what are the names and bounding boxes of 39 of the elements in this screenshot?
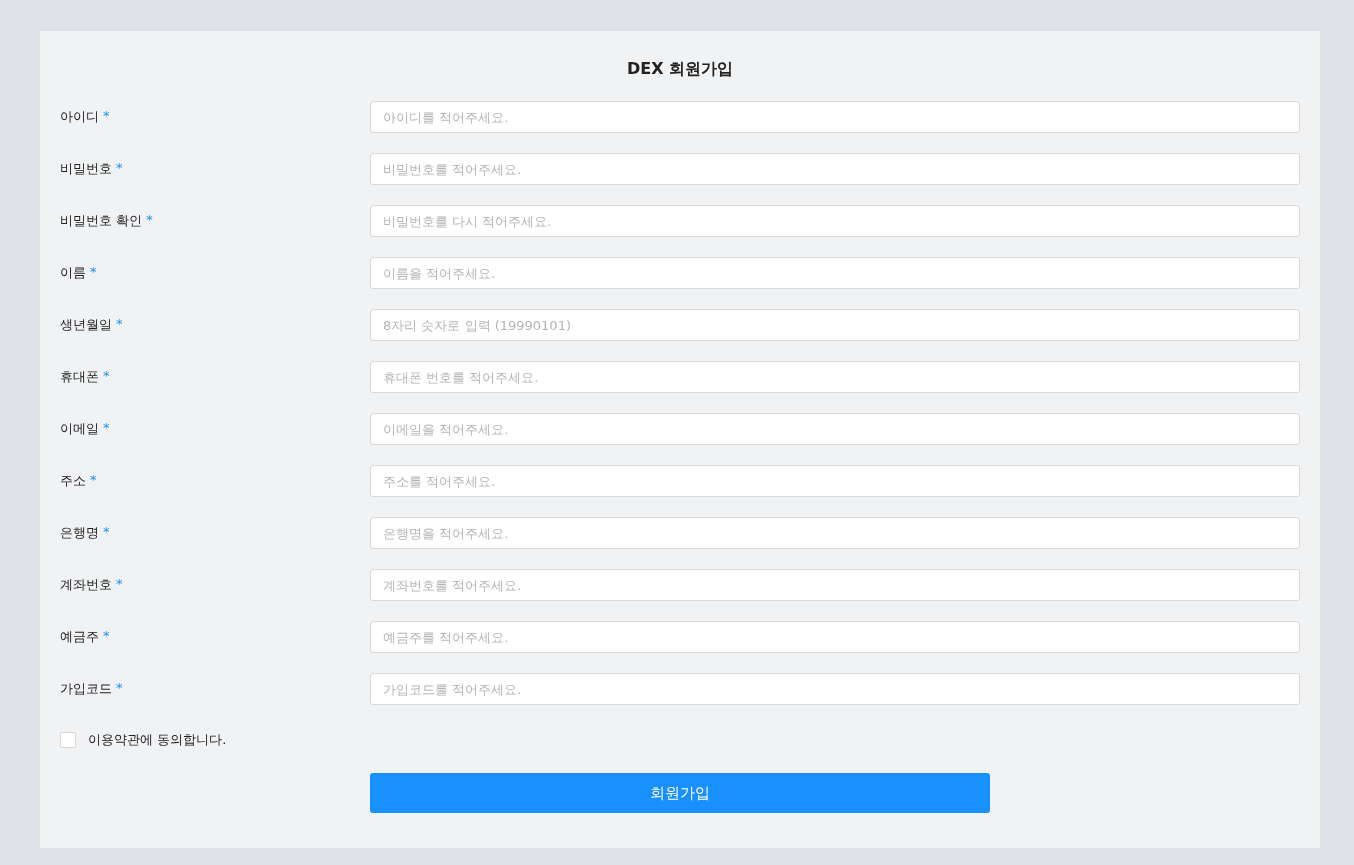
- required-asterisk: *: [116, 576, 123, 593]
- required-asterisk: *: [116, 316, 123, 333]
- field-label: 아이디: [60, 108, 99, 126]
- required-asterisk: *: [103, 420, 110, 437]
- input-field[interactable]: 아이디를 적어주세요.: [370, 101, 1300, 133]
- input-field[interactable]: 계좌번호를 적어주세요.: [370, 569, 1300, 601]
- field-label: 계좌번호: [60, 576, 112, 594]
- input-field[interactable]: 비밀번호를 다시 적어주세요.: [370, 205, 1300, 237]
- input-field[interactable]: 이메일을 적어주세요.: [370, 413, 1300, 445]
- field-label: 은행명: [60, 524, 99, 542]
- field-label: 가입코드: [60, 680, 112, 698]
- required-asterisk: *: [103, 368, 110, 385]
- input-field[interactable]: 주소를 적어주세요.: [370, 465, 1300, 497]
- required-asterisk: *: [90, 472, 97, 489]
- field-label: 비밀번호 확인: [60, 212, 143, 230]
- input-field[interactable]: 가입코드를 적어주세요.: [370, 673, 1300, 705]
- required-asterisk: *: [103, 108, 110, 125]
- checkbox[interactable]: [60, 732, 76, 748]
- input-field[interactable]: 비밀번호를 적어주세요.: [370, 153, 1300, 185]
- required-asterisk: *: [146, 212, 153, 229]
- required-asterisk: *: [103, 628, 110, 645]
- field-label: 이름: [60, 264, 86, 282]
- required-asterisk: *: [90, 264, 97, 281]
- agreement-label[interactable]: 이용약관에 동의합니다.: [88, 731, 227, 749]
- field-label: 휴대폰: [60, 368, 99, 386]
- field-label: 생년월일: [60, 316, 112, 334]
- input-field[interactable]: 은행명을 적어주세요.: [370, 517, 1300, 549]
- input-field[interactable]: 이름을 적어주세요.: [370, 257, 1300, 289]
- field-label: 예금주: [60, 628, 99, 646]
- input-field[interactable]: 휴대폰 번호를 적어주세요.: [370, 361, 1300, 393]
- field-label: 비밀번호: [60, 160, 112, 178]
- required-asterisk: *: [103, 524, 110, 541]
- required-asterisk: *: [116, 160, 123, 177]
- field-label: 주소: [60, 472, 86, 490]
- form-title: DEX 회원가입: [625, 58, 735, 80]
- input-field[interactable]: 8자리 숫자로 입력 (19990101): [370, 309, 1300, 341]
- required-asterisk: *: [116, 680, 123, 697]
- input-field[interactable]: 예금주를 적어주세요.: [370, 621, 1300, 653]
- field-label: 이메일: [60, 420, 99, 438]
